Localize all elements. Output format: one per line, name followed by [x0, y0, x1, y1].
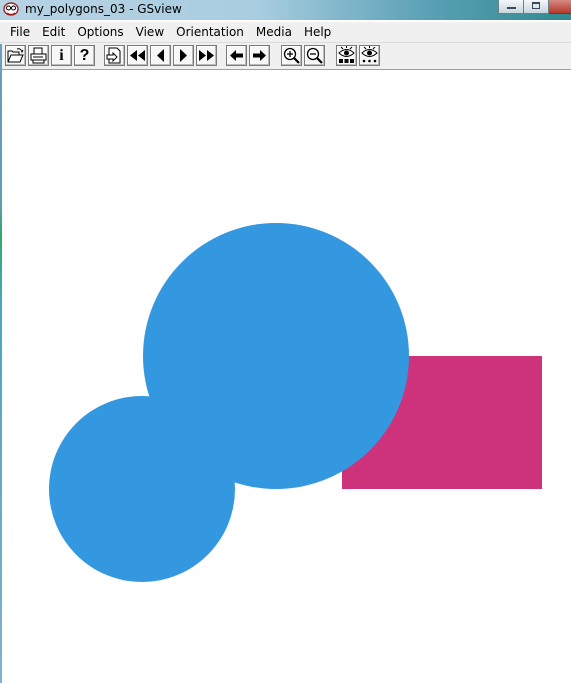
help-icon: ? [79, 47, 90, 64]
zoom-out-button[interactable] [304, 45, 325, 66]
minimize-icon [507, 7, 516, 9]
window-title: my_polygons_03 - GSview [25, 2, 182, 16]
open-file-button[interactable] [5, 45, 26, 66]
eye-abc-icon [338, 46, 355, 63]
find-next-button[interactable] [359, 45, 380, 66]
menu-options[interactable]: Options [71, 22, 129, 42]
help-button[interactable]: ? [74, 45, 95, 66]
back-button[interactable] [226, 45, 247, 66]
goto-page-icon [106, 47, 121, 64]
find-text-button[interactable] [336, 45, 357, 66]
menu-orientation[interactable]: Orientation [170, 22, 250, 42]
gsview-ghost-icon [3, 2, 19, 16]
window-controls [498, 0, 571, 14]
double-right-arrow-icon [199, 50, 214, 61]
double-left-arrow-icon [130, 50, 145, 61]
maximize-icon [532, 2, 540, 9]
forward-button[interactable] [249, 45, 270, 66]
gsview-window: my_polygons_03 - GSview File Edit Option… [0, 0, 571, 683]
title-bar[interactable]: my_polygons_03 - GSview [0, 0, 571, 20]
first-page-button[interactable] [127, 45, 148, 66]
document-view[interactable] [2, 71, 571, 683]
zoom-in-button[interactable] [281, 45, 302, 66]
menu-help[interactable]: Help [298, 22, 337, 42]
minimize-button[interactable] [498, 0, 524, 14]
right-arrow-icon [253, 50, 266, 61]
menu-bar: File Edit Options View Orientation Media… [0, 22, 571, 43]
eye-dots-icon [361, 46, 378, 63]
next-page-button[interactable] [173, 45, 194, 66]
toolbar: i ? [0, 43, 571, 70]
close-button[interactable] [548, 0, 571, 14]
menu-edit[interactable]: Edit [36, 22, 71, 42]
left-triangle-icon [157, 49, 164, 62]
menu-media[interactable]: Media [250, 22, 298, 42]
last-page-button[interactable] [196, 45, 217, 66]
menu-file[interactable]: File [0, 22, 36, 42]
previous-page-button[interactable] [150, 45, 171, 66]
info-icon: i [59, 47, 64, 64]
document-page [49, 223, 542, 582]
maximize-button[interactable] [523, 0, 549, 14]
zoom-in-icon [283, 47, 300, 64]
window-border [0, 44, 2, 683]
large-circle-shape [143, 223, 409, 489]
printer-icon [30, 47, 47, 64]
menu-view[interactable]: View [130, 22, 170, 42]
open-folder-icon [7, 48, 24, 63]
goto-page-button[interactable] [104, 45, 125, 66]
print-button[interactable] [28, 45, 49, 66]
left-arrow-icon [230, 50, 243, 61]
right-triangle-icon [180, 49, 187, 62]
info-button[interactable]: i [51, 45, 72, 66]
zoom-out-icon [306, 47, 323, 64]
